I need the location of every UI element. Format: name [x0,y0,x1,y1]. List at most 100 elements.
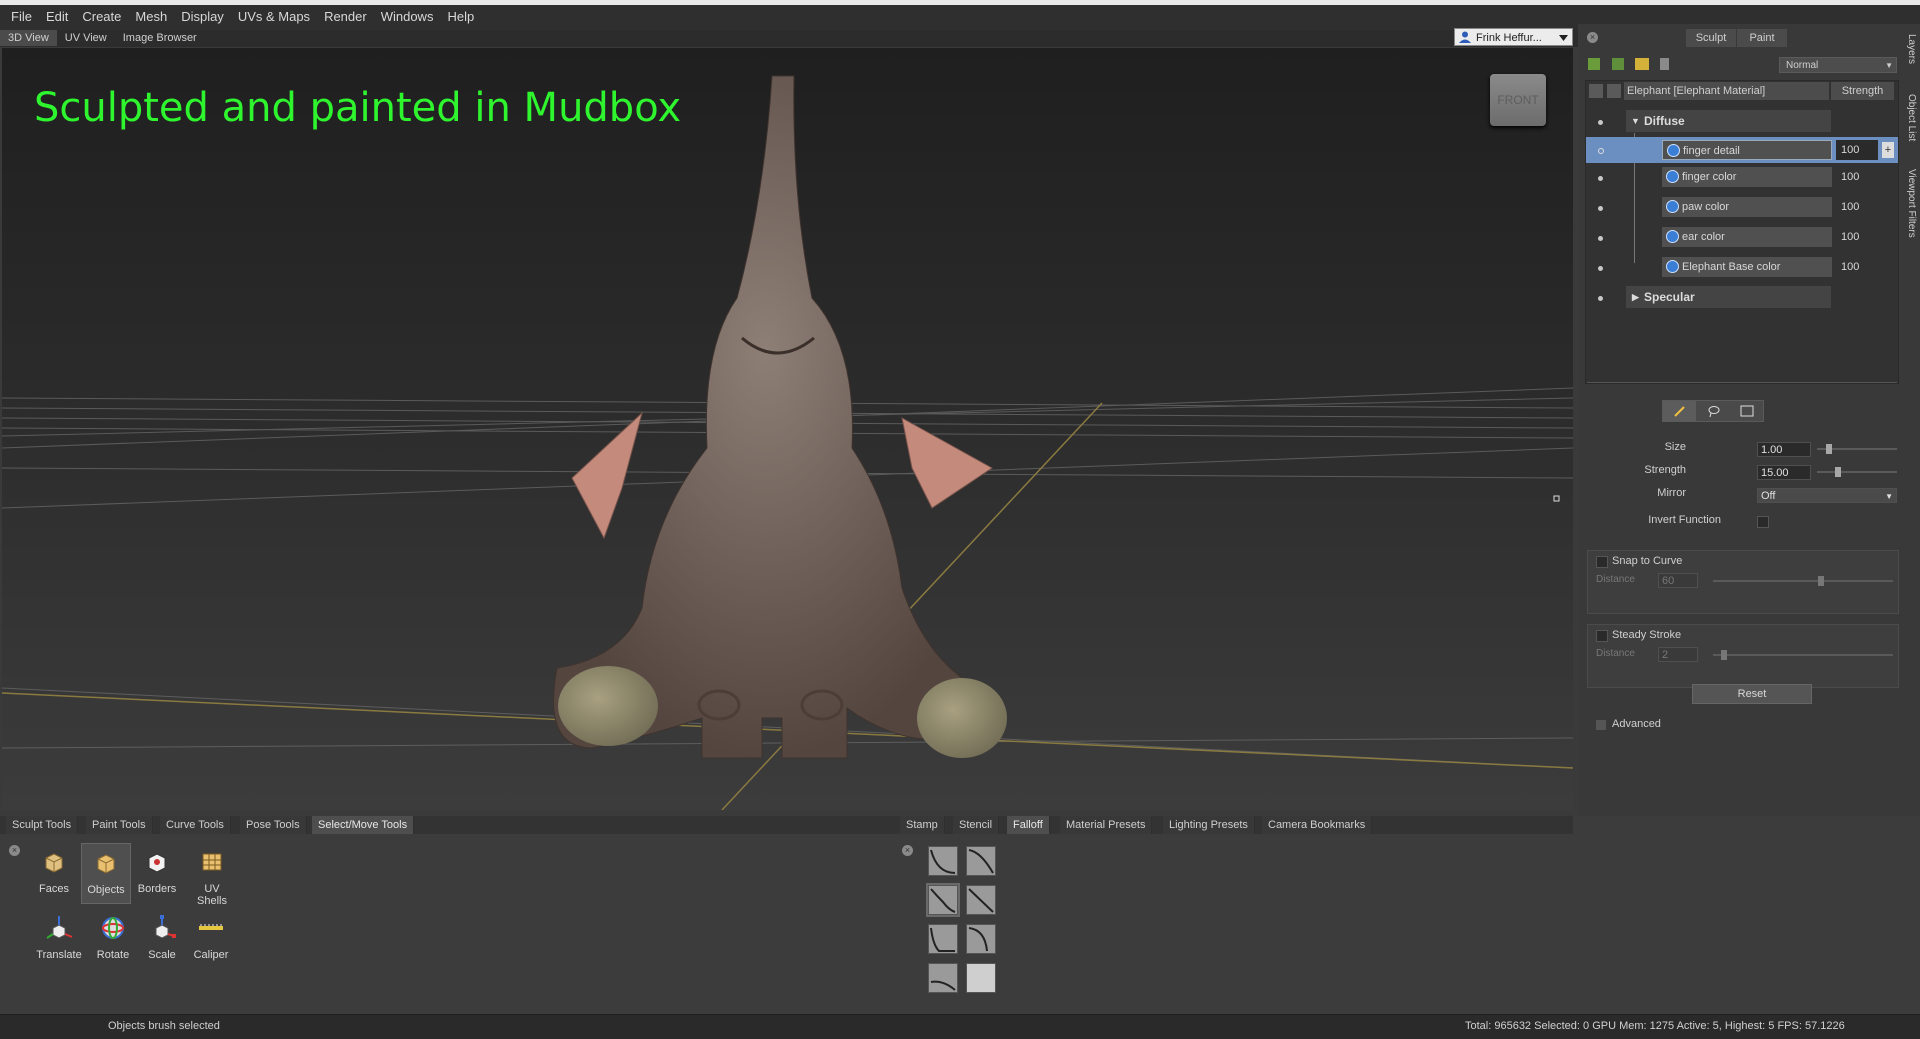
steady-distance-field[interactable]: 2 [1658,647,1698,662]
size-field[interactable]: 1.00 [1757,442,1811,457]
menu-mesh[interactable]: Mesh [128,5,174,29]
visibility-dot[interactable] [1598,266,1603,271]
tab-sculpt-tools[interactable]: Sculpt Tools [6,816,79,834]
falloff-preset[interactable] [966,885,996,915]
advanced-expand-icon[interactable] [1596,720,1606,730]
close-icon[interactable]: × [1587,32,1598,43]
tool-scale[interactable]: Scale [138,914,186,961]
falloff-preset[interactable] [928,963,958,993]
tab-material-presets[interactable]: Material Presets [1060,816,1153,834]
layer-finger-detail[interactable]: finger detail [1662,140,1832,160]
viewport-3d[interactable]: Sculpted and painted in Mudbox FRONT [2,48,1573,810]
visibility-dot[interactable] [1598,206,1603,211]
tab-uv-view[interactable]: UV View [57,30,115,46]
blend-mode-select[interactable]: Normal ▼ [1779,57,1897,73]
chevron-right-icon: ▶ [1632,292,1639,302]
group-diffuse[interactable]: ▼ Diffuse [1626,110,1831,132]
menu-file[interactable]: File [4,5,39,29]
menu-display[interactable]: Display [174,5,231,29]
size-slider-thumb[interactable] [1826,444,1832,454]
visibility-dot[interactable] [1598,148,1604,154]
tab-stamp[interactable]: Stamp [900,816,945,834]
falloff-preset[interactable] [966,924,996,954]
side-tab-object-list[interactable]: Object List [1906,94,1917,141]
tab-image-browser[interactable]: Image Browser [115,30,205,46]
snap-to-curve-checkbox[interactable] [1596,556,1608,568]
steady-distance-thumb[interactable] [1721,650,1727,660]
layer-paw-color[interactable]: paw color [1662,197,1832,217]
tab-pose-tools[interactable]: Pose Tools [240,816,307,834]
tab-sculpt[interactable]: Sculpt [1686,29,1736,47]
tool-uv-shells[interactable]: UV Shells [188,848,236,907]
add-icon[interactable]: + [1882,142,1894,158]
eye-icon[interactable] [1589,84,1603,98]
brush-stroke-button[interactable] [1663,401,1696,421]
falloff-preset-selected[interactable] [926,883,960,917]
layer-elephant-base-color[interactable]: Elephant Base color [1662,257,1832,277]
visibility-dot[interactable] [1598,120,1603,125]
menu-help[interactable]: Help [440,5,481,29]
strength-slider-thumb[interactable] [1835,467,1841,477]
advanced-label[interactable]: Advanced [1612,718,1661,730]
folder-icon[interactable] [1635,58,1649,70]
duplicate-layer-icon[interactable] [1612,58,1624,70]
lasso-icon [1708,406,1720,418]
rect-select-button[interactable] [1730,401,1763,421]
tool-rotate[interactable]: Rotate [89,914,137,961]
lock-icon[interactable] [1607,84,1621,98]
group-specular[interactable]: ▶ Specular [1626,286,1831,308]
tab-select-move-tools[interactable]: Select/Move Tools [312,816,415,834]
menu-edit[interactable]: Edit [39,5,75,29]
falloff-preset[interactable] [928,846,958,876]
tab-stencil[interactable]: Stencil [953,816,1000,834]
tab-falloff[interactable]: Falloff [1007,816,1050,834]
snap-distance-slider[interactable] [1713,580,1893,582]
user-icon [1459,31,1471,43]
steady-stroke-checkbox[interactable] [1596,630,1608,642]
lasso-button[interactable] [1697,401,1730,421]
menu-uvs-maps[interactable]: UVs & Maps [231,5,317,29]
tool-caliper[interactable]: Caliper [187,914,235,961]
strength-slider[interactable] [1817,471,1897,473]
trash-icon[interactable] [1660,58,1669,70]
layer-strength-field[interactable]: 100 [1836,140,1878,160]
menu-create[interactable]: Create [75,5,128,29]
visibility-dot[interactable] [1598,176,1603,181]
side-tab-layers[interactable]: Layers [1906,34,1917,64]
tab-lighting-presets[interactable]: Lighting Presets [1163,816,1255,834]
strength-field[interactable]: 15.00 [1757,465,1811,480]
falloff-preset[interactable] [928,924,958,954]
tab-paint[interactable]: Paint [1737,29,1787,47]
close-icon[interactable]: × [902,845,913,856]
falloff-preset[interactable] [966,846,996,876]
new-layer-icon[interactable] [1588,58,1600,70]
falloff-preset[interactable] [966,963,996,993]
layer-ear-color[interactable]: ear color [1662,227,1832,247]
mirror-select[interactable]: Off ▼ [1757,488,1897,503]
invert-function-checkbox[interactable] [1757,516,1769,528]
tool-objects[interactable]: Objects [81,843,131,904]
tool-faces[interactable]: Faces [30,848,78,895]
tool-borders[interactable]: Borders [133,848,181,895]
tab-curve-tools[interactable]: Curve Tools [160,816,231,834]
tool-translate[interactable]: Translate [35,914,83,961]
view-cube[interactable]: FRONT [1490,74,1546,126]
close-icon[interactable]: × [9,845,20,856]
tab-camera-bookmarks[interactable]: Camera Bookmarks [1262,816,1373,834]
visibility-dot[interactable] [1598,296,1603,301]
snap-distance-thumb[interactable] [1818,576,1824,586]
menu-render[interactable]: Render [317,5,374,29]
layer-finger-color[interactable]: finger color [1662,167,1832,187]
material-header[interactable]: Elephant [Elephant Material] [1624,82,1829,100]
reset-button[interactable]: Reset [1692,684,1812,704]
tab-3d-view[interactable]: 3D View [0,30,57,46]
snap-distance-field[interactable]: 60 [1658,573,1698,588]
steady-distance-slider[interactable] [1713,654,1893,656]
user-menu[interactable]: Frink Heffur... [1454,28,1573,46]
mode-tabs: Sculpt Paint [1686,29,1788,47]
visibility-dot[interactable] [1598,236,1603,241]
menu-windows[interactable]: Windows [374,5,441,29]
tab-paint-tools[interactable]: Paint Tools [86,816,153,834]
tool-caliper-label: Caliper [193,949,229,961]
side-tab-viewport-filters[interactable]: Viewport Filters [1906,169,1917,238]
